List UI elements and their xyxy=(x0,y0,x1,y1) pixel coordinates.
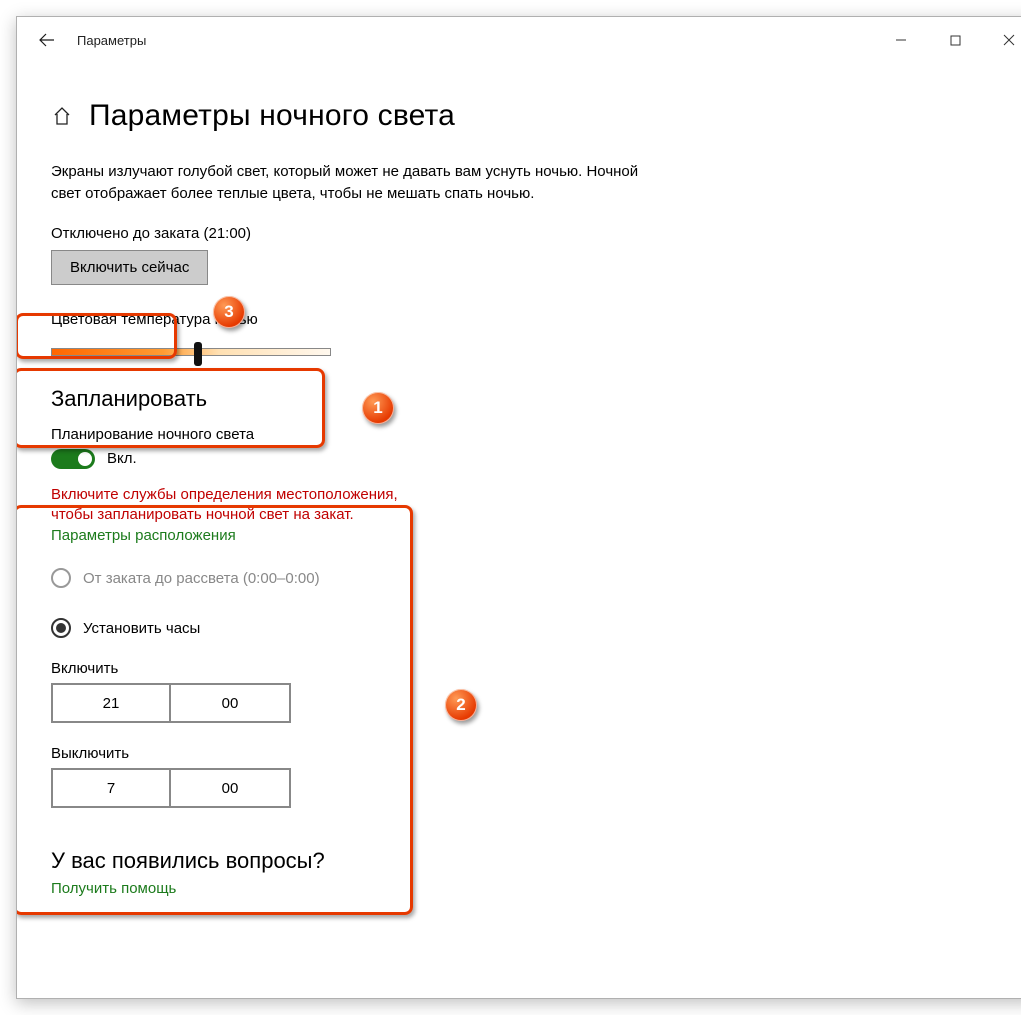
page-description: Экраны излучают голубой свет, который мо… xyxy=(51,161,641,205)
location-settings-link[interactable]: Параметры расположения xyxy=(51,527,1002,544)
maximize-button[interactable] xyxy=(928,17,982,63)
turn-on-time-label: Включить xyxy=(51,660,1002,677)
title-bar: Параметры xyxy=(17,17,1021,63)
page-content: Параметры ночного света Экраны излучают … xyxy=(17,99,1021,917)
turn-on-now-button[interactable]: Включить сейчас xyxy=(51,250,208,285)
settings-window: Параметры Параметры ночного света Экраны… xyxy=(16,16,1021,999)
location-warning: Включите службы определения местоположен… xyxy=(51,485,431,526)
turn-on-hour[interactable]: 21 xyxy=(51,683,171,723)
minimize-button[interactable] xyxy=(874,17,928,63)
help-heading: У вас появились вопросы? xyxy=(51,848,1002,874)
window-title: Параметры xyxy=(77,33,146,48)
color-temp-label: Цветовая температура ночью xyxy=(51,311,1002,328)
turn-off-minute[interactable]: 00 xyxy=(171,768,291,808)
radio-sunset xyxy=(51,568,71,588)
schedule-toggle-title: Планирование ночного света xyxy=(51,426,1002,443)
color-temp-slider[interactable] xyxy=(51,348,331,356)
toggle-knob-icon xyxy=(78,452,92,466)
status-text: Отключено до заката (21:00) xyxy=(51,225,1002,242)
schedule-toggle-state: Вкл. xyxy=(107,450,137,467)
get-help-link[interactable]: Получить помощь xyxy=(51,880,1002,897)
radio-sunset-label: От заката до рассвета (0:00–0:00) xyxy=(83,570,320,587)
radio-dot-icon xyxy=(56,623,66,633)
back-arrow-icon[interactable] xyxy=(37,30,57,50)
schedule-toggle[interactable] xyxy=(51,449,95,469)
turn-off-time-label: Выключить xyxy=(51,745,1002,762)
window-controls xyxy=(874,17,1021,63)
turn-off-hour[interactable]: 7 xyxy=(51,768,171,808)
schedule-heading: Запланировать xyxy=(51,386,1002,412)
turn-on-minute[interactable]: 00 xyxy=(171,683,291,723)
close-button[interactable] xyxy=(982,17,1021,63)
radio-set-hours[interactable] xyxy=(51,618,71,638)
home-icon[interactable] xyxy=(51,105,73,127)
page-title: Параметры ночного света xyxy=(89,99,455,133)
slider-thumb[interactable] xyxy=(194,342,202,366)
radio-set-hours-label: Установить часы xyxy=(83,620,200,637)
